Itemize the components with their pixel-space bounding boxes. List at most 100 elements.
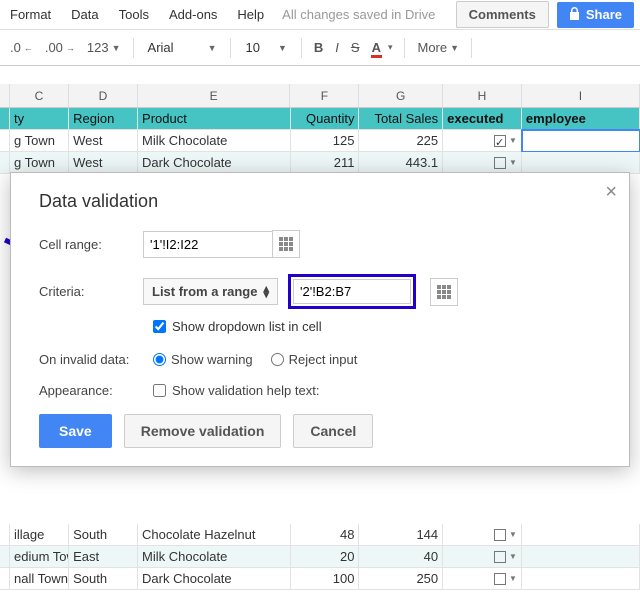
menu-addons[interactable]: Add-ons	[159, 3, 227, 26]
cell[interactable]: South	[69, 524, 138, 546]
criteria-type-select[interactable]: List from a range▴▾	[143, 278, 278, 305]
cell[interactable]: employee	[522, 108, 640, 130]
cell[interactable]: Dark Chocolate	[138, 152, 290, 174]
cell[interactable]: Total Sales	[359, 108, 443, 130]
column-header[interactable]: F	[290, 84, 359, 107]
cell[interactable]: Dark Chocolate	[138, 568, 290, 590]
column-header[interactable]: D	[69, 84, 138, 107]
increase-decimal[interactable]: .00→	[39, 36, 81, 59]
checkbox-icon[interactable]	[494, 573, 506, 585]
column-header[interactable]	[0, 84, 10, 107]
dropdown-icon[interactable]: ▼	[509, 152, 517, 173]
cell[interactable]	[522, 524, 640, 546]
menu-data[interactable]: Data	[61, 3, 108, 26]
cell-range-input[interactable]	[143, 231, 273, 258]
cell[interactable]: South	[69, 568, 138, 590]
cell[interactable]: 20	[291, 546, 360, 568]
cell[interactable]: West	[69, 152, 138, 174]
cell[interactable]	[0, 108, 10, 130]
cell[interactable]: executed	[443, 108, 522, 130]
checkbox-icon[interactable]	[494, 529, 506, 541]
cell[interactable]	[0, 130, 10, 152]
cell[interactable]: ▼	[443, 546, 522, 568]
cell[interactable]: Region	[69, 108, 138, 130]
cell[interactable]: 100	[291, 568, 360, 590]
cell[interactable]	[522, 152, 640, 174]
cell[interactable]: Milk Chocolate	[138, 546, 290, 568]
cell[interactable]	[0, 568, 10, 590]
remove-validation-button[interactable]: Remove validation	[124, 414, 282, 448]
share-button[interactable]: Share	[557, 2, 634, 28]
show-warning-option[interactable]: Show warning	[153, 352, 253, 367]
cell[interactable]: nall Town	[10, 568, 69, 590]
criteria-range-input[interactable]	[293, 279, 411, 304]
cell[interactable]: ▼	[443, 524, 522, 546]
checkbox-icon[interactable]	[494, 157, 506, 169]
cell[interactable]: Milk Chocolate	[138, 130, 290, 152]
reject-input-radio[interactable]	[271, 353, 284, 366]
column-header[interactable]: I	[522, 84, 640, 107]
dropdown-icon[interactable]: ▼	[509, 546, 517, 567]
cell[interactable]: Product	[138, 108, 290, 130]
checkbox-icon[interactable]	[494, 135, 506, 147]
cell[interactable]: g Town	[10, 152, 69, 174]
cell[interactable]: 40	[359, 546, 443, 568]
range-picker-button[interactable]	[272, 230, 300, 258]
column-header[interactable]: G	[359, 84, 443, 107]
cell[interactable]: 225	[359, 130, 443, 152]
cell[interactable]	[522, 568, 640, 590]
decrease-decimal[interactable]: .0←	[4, 36, 39, 59]
cell[interactable]: 125	[291, 130, 360, 152]
save-button[interactable]: Save	[39, 414, 112, 448]
font-family-select[interactable]: Arial▼	[140, 36, 225, 59]
reject-input-option[interactable]: Reject input	[271, 352, 358, 367]
cell[interactable]: 250	[359, 568, 443, 590]
column-header[interactable]: E	[138, 84, 291, 107]
strikethrough-button[interactable]: S	[345, 36, 366, 59]
cell[interactable]	[0, 524, 10, 546]
text-color-button[interactable]: A▾	[366, 36, 399, 59]
cell[interactable]: ▼	[443, 568, 522, 590]
data-row: g Town West Dark Chocolate 211 443.1 ▼	[0, 152, 640, 174]
cell[interactable]: edium Town	[10, 546, 69, 568]
cell[interactable]: g Town	[10, 130, 69, 152]
bold-button[interactable]: B	[308, 36, 329, 59]
font-size-select[interactable]: 10▼	[237, 36, 294, 59]
column-header[interactable]: C	[10, 84, 69, 107]
lock-icon	[569, 7, 580, 23]
cell[interactable]: West	[69, 130, 138, 152]
cell[interactable]	[522, 546, 640, 568]
menu-tools[interactable]: Tools	[109, 3, 159, 26]
show-warning-radio[interactable]	[153, 353, 166, 366]
cell[interactable]: Quantity	[291, 108, 360, 130]
cell[interactable]: ▼	[443, 130, 522, 152]
range-picker-button[interactable]	[430, 278, 458, 306]
cell[interactable]: illage	[10, 524, 69, 546]
italic-button[interactable]: I	[329, 36, 345, 59]
cell[interactable]: Chocolate Hazelnut	[138, 524, 290, 546]
checkbox-icon[interactable]	[494, 551, 506, 563]
cell[interactable]: 144	[359, 524, 443, 546]
selected-cell[interactable]	[522, 130, 640, 152]
column-header[interactable]: H	[443, 84, 522, 107]
show-dropdown-checkbox[interactable]	[153, 320, 166, 333]
dropdown-icon[interactable]: ▼	[509, 130, 517, 151]
number-format[interactable]: 123▼	[81, 36, 127, 59]
cell[interactable]: ty	[10, 108, 69, 130]
cell[interactable]: ▼	[443, 152, 522, 174]
menu-help[interactable]: Help	[227, 3, 274, 26]
help-text-checkbox[interactable]	[153, 384, 166, 397]
menu-format[interactable]: Format	[0, 3, 61, 26]
cell[interactable]: 443.1	[359, 152, 443, 174]
dropdown-icon[interactable]: ▼	[509, 524, 517, 545]
cell[interactable]: 211	[291, 152, 360, 174]
cell[interactable]: 48	[291, 524, 360, 546]
close-icon[interactable]: ×	[605, 181, 617, 204]
more-button[interactable]: More▼	[411, 36, 465, 59]
dropdown-icon[interactable]: ▼	[509, 568, 517, 589]
cell[interactable]: East	[69, 546, 138, 568]
cancel-button[interactable]: Cancel	[293, 414, 373, 448]
cell[interactable]	[0, 152, 10, 174]
cell[interactable]	[0, 546, 10, 568]
comments-button[interactable]: Comments	[456, 1, 549, 28]
